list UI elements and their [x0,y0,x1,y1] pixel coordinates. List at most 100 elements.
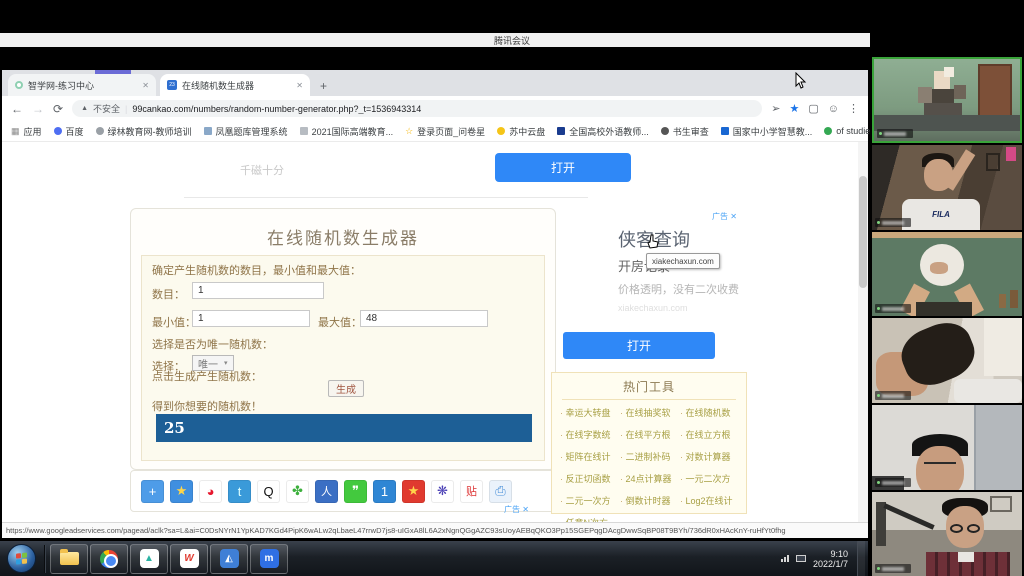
taskbar-seewo-button[interactable]: ▲ [130,544,168,574]
taskbar-meeting-button[interactable]: m [250,544,288,574]
generate-button[interactable]: 生成 [328,380,364,397]
address-bar[interactable]: ▲ 不安全 | 99cankao.com/numbers/random-numb… [72,100,762,117]
taskbar-wps-button[interactable]: W [170,544,208,574]
result-value: 25 [156,414,532,442]
hot-tool-link[interactable]: Log2在线计 [680,494,740,507]
ad-close-small[interactable]: 广告 ✕ [504,504,529,515]
favorites-icon[interactable]: ★ [402,480,425,503]
tab-strip: 智学网-练习中心 ✕ 23 在线随机数生成器 ✕ + [2,70,868,96]
print-icon[interactable]: ⎙ [489,480,512,503]
menu-icon[interactable]: ⋮ [848,102,859,115]
max-input[interactable] [360,310,488,327]
hot-tool-link[interactable]: 二进制补码 [620,450,680,463]
page-scrollbar[interactable] [858,142,868,522]
network-signal-icon[interactable] [781,555,789,562]
hot-tool-link[interactable]: 幸运大转盘 [560,406,620,419]
participant-video-5[interactable] [872,405,1022,490]
kaixin-icon[interactable]: ✤ [286,480,309,503]
bookmark-foreign-teachers[interactable]: 全国高校外语教师... [557,125,649,138]
taskbar-chrome-button[interactable] [90,544,128,574]
yixin-icon[interactable]: 1 [373,480,396,503]
qq-icon[interactable]: Q [257,480,280,503]
chevron-down-icon: ▾ [224,359,228,367]
share-bar: + ★ ◕ t Q ✤ 人 ❞ 1 ★ ❋ 贴 ⎙ [130,470,556,512]
qzone-icon[interactable]: ★ [170,480,193,503]
show-desktop-button[interactable] [857,541,865,576]
favicon [824,127,832,135]
tencent-weibo-icon[interactable]: t [228,480,251,503]
bookmark-2021-edu[interactable]: 2021国际高端教育... [300,125,394,138]
tab-close-icon[interactable]: ✕ [296,81,303,90]
top-ad-open-button[interactable]: 打开 [495,153,631,182]
new-tab-button[interactable]: + [320,79,327,93]
bookmark-shusheng[interactable]: 书生审查 [661,125,709,138]
bookmark-suzhong-cloud[interactable]: 苏中云盘 [497,125,545,138]
share-add-icon[interactable]: + [141,480,164,503]
browser-toolbar: ← → ⟳ ▲ 不安全 | 99cankao.com/numbers/rando… [2,96,868,121]
hot-tool-link[interactable]: 对数计算器 [680,450,740,463]
hot-tool-link[interactable]: 一元二次方 [680,472,740,485]
hot-tool-link[interactable]: 倒数计时器 [620,494,680,507]
participant-video-3[interactable] [872,232,1022,316]
mic-icon [877,567,880,570]
hot-tool-link[interactable]: 在线立方根 [680,428,740,441]
back-icon[interactable]: ← [11,102,23,116]
bottle [999,294,1006,308]
sina-weibo-icon[interactable]: ◕ [199,480,222,503]
monitor-tray-icon[interactable] [796,555,806,562]
baidu-icon[interactable]: ❋ [431,480,454,503]
hot-tool-link[interactable]: 在线平方根 [620,428,680,441]
folder-icon [60,552,79,565]
count-input[interactable] [192,282,324,299]
favicon [300,127,308,135]
chrome-icon [100,550,118,568]
bookmark-baidu[interactable]: 百度 [54,125,84,138]
renren-icon[interactable]: 人 [315,480,338,503]
hot-tool-link[interactable]: 24点计算器 [620,472,680,485]
reload-icon[interactable]: ⟳ [53,102,63,116]
bookmark-edu-net[interactable]: 绿林教育网-教师培训 [96,125,192,138]
participant-video-2[interactable]: FILA [872,145,1022,230]
bookmark-question-bank[interactable]: 凤凰题库管理系统 [204,125,288,138]
participant-video-1[interactable] [872,57,1022,143]
taskbar-clock[interactable]: 9:10 2022/1/7 [813,549,850,569]
taskbar-explorer-button[interactable] [50,544,88,574]
ad-close-right[interactable]: 广告 ✕ [712,211,737,222]
windows-taskbar: ▲ W ◭ m 9:10 2022/1/7 [0,540,868,576]
hot-tool-link[interactable]: 二元一次方 [560,494,620,507]
bookmark-smart-edu[interactable]: 国家中小学智慧教... [721,125,813,138]
bookmark-apps[interactable]: ▦应用 [11,125,42,138]
tab-random-generator[interactable]: 23 在线随机数生成器 ✕ [160,74,310,96]
shirt: FILA [902,199,980,230]
bookmark-wenjuanxing[interactable]: ☆登录页面_问卷星 [405,125,485,138]
min-label: 最小值： [152,314,196,330]
tab-zhixuewang[interactable]: 智学网-练习中心 ✕ [8,74,156,96]
start-button[interactable] [7,544,36,573]
glasses-lens [967,524,980,533]
forward-icon[interactable]: → [32,102,44,116]
tab-close-icon[interactable]: ✕ [142,81,149,90]
system-tray: 9:10 2022/1/7 [781,541,868,576]
picture-frame [990,496,1012,512]
taskbar-photos-button[interactable]: ◭ [210,544,248,574]
min-input[interactable] [192,310,310,327]
tab2-favicon: 23 [167,80,177,90]
tieba-icon[interactable]: 贴 [460,480,483,503]
participant-video-4[interactable] [872,318,1022,403]
participant-name-label [877,129,913,138]
profile-icon[interactable]: ☺ [828,103,839,115]
hot-tool-link[interactable]: 在线随机数 [680,406,740,419]
scrollbar-thumb[interactable] [859,176,867,288]
bookmark-of-studies[interactable]: of studies [824,126,875,136]
wechat-icon[interactable]: ❞ [344,480,367,503]
sidebar-icon[interactable]: ▢ [808,102,818,115]
bookmark-star-icon[interactable]: ★ [789,102,799,115]
side-ad-open-button[interactable]: 打开 [563,332,715,359]
participant-video-6[interactable] [872,492,1022,576]
hot-tool-link[interactable]: 在线抽奖软 [620,406,680,419]
hot-tool-link[interactable]: 反正切函数 [560,472,620,485]
hot-tool-link[interactable]: 在线字数统 [560,428,620,441]
share-page-icon[interactable]: ➢ [771,102,780,115]
seewo-icon: ▲ [140,549,159,568]
hot-tool-link[interactable]: 矩阵在线计 [560,450,620,463]
